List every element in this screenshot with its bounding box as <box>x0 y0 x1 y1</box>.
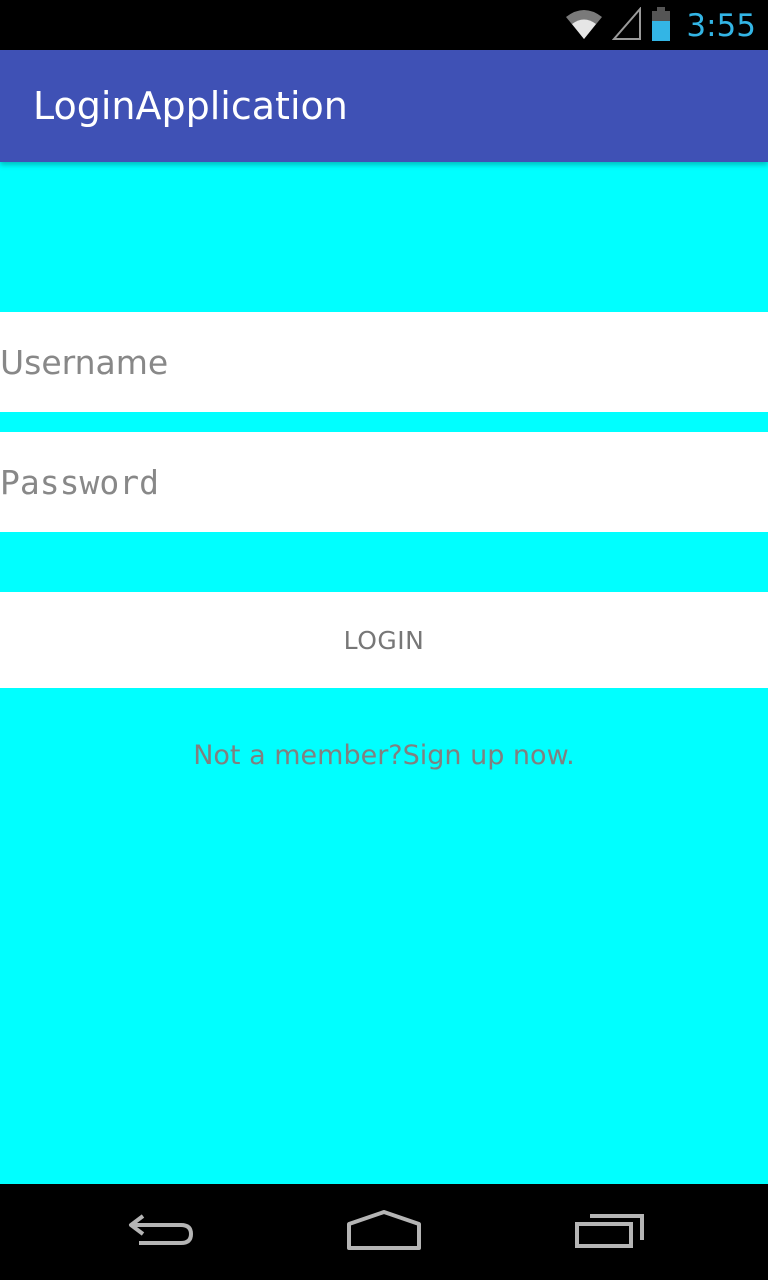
status-icons: 3:55 <box>564 5 756 46</box>
status-bar: 3:55 <box>0 0 768 50</box>
app-title: LoginApplication <box>33 84 348 128</box>
home-icon <box>346 1209 422 1255</box>
recents-icon <box>574 1210 646 1255</box>
status-clock: 3:55 <box>686 8 756 44</box>
battery-icon <box>650 6 672 46</box>
back-icon <box>125 1210 195 1255</box>
signup-link[interactable]: Not a member?Sign up now. <box>0 740 768 771</box>
login-screen: 3:55 LoginApplication LOGIN Not a member… <box>0 0 768 1280</box>
app-bar: LoginApplication <box>0 50 768 162</box>
recents-button[interactable] <box>550 1202 670 1262</box>
navigation-bar <box>0 1184 768 1280</box>
signal-icon <box>612 5 642 46</box>
login-button[interactable]: LOGIN <box>0 592 768 688</box>
home-button[interactable] <box>324 1202 444 1262</box>
back-button[interactable] <box>100 1202 220 1262</box>
password-field[interactable] <box>0 432 768 532</box>
username-field[interactable] <box>0 312 768 412</box>
wifi-icon <box>564 7 604 46</box>
